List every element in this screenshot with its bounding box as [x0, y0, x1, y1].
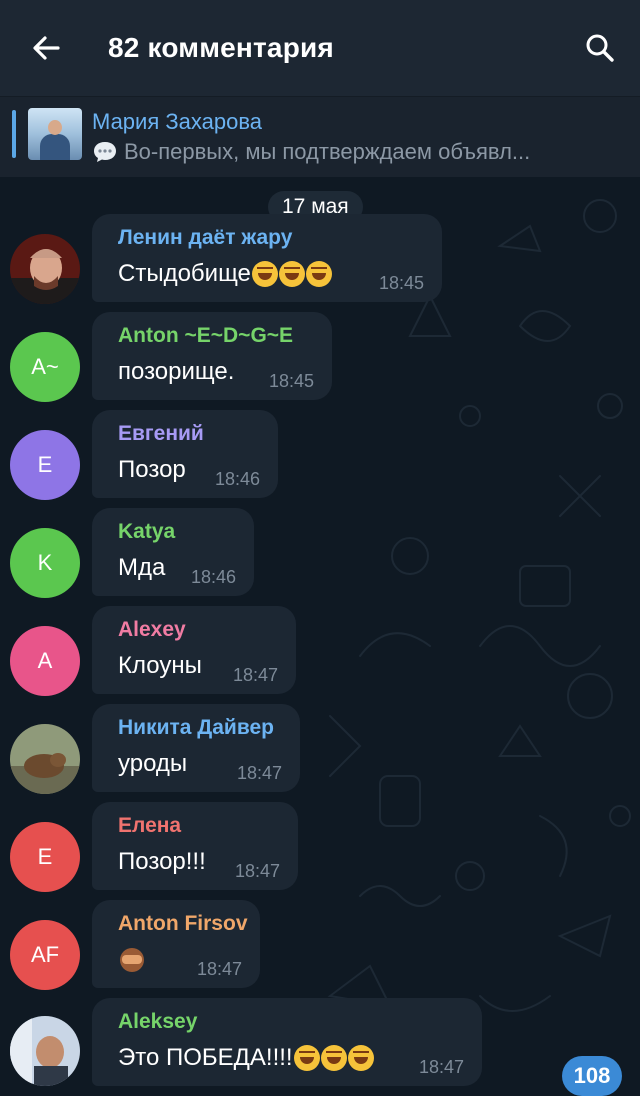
avatar-initials: E — [37, 844, 53, 869]
avatar[interactable] — [10, 1016, 80, 1086]
avatar-initials: AF — [30, 942, 60, 967]
message-bubble[interactable]: Ленин даёт жару Стыдобище 18:45 — [92, 214, 442, 302]
unread-count-badge[interactable]: 108 — [562, 1056, 622, 1096]
joy-emoji — [347, 1045, 374, 1071]
avatar-initials: A — [37, 648, 53, 673]
top-app-bar: 82 комментария — [0, 0, 640, 96]
avatar[interactable]: E — [10, 822, 80, 892]
avatar-photo — [10, 724, 80, 794]
joy-emoji — [293, 1045, 320, 1071]
search-icon — [586, 34, 614, 62]
post-preview-line: Во-первых, мы подтверждаем объявл... — [92, 139, 530, 165]
message-text-content: Мда — [118, 554, 166, 581]
avatar-photo — [10, 234, 80, 304]
message-bubble[interactable]: Anton Firsov 18:47 — [92, 900, 260, 988]
avatar[interactable] — [10, 724, 80, 794]
author-name[interactable]: Anton Firsov — [118, 912, 248, 936]
avatar[interactable]: A — [10, 626, 80, 696]
message-text: Это ПОБЕДА!!!! — [118, 1044, 374, 1072]
message-text-content: Позор!!! — [118, 848, 206, 875]
back-button[interactable] — [24, 26, 68, 70]
message-bubble[interactable]: Anton ~E~D~G~E позорище. 18:45 — [92, 312, 332, 400]
message-bubble[interactable]: Aleksey Это ПОБЕДА!!!! 18:47 — [92, 998, 482, 1086]
message-text-content: Позор — [118, 456, 186, 483]
message-text-content: уроды — [118, 750, 188, 777]
author-name[interactable]: Alexey — [118, 618, 186, 642]
quote-bar — [12, 110, 16, 158]
message-bubble[interactable]: Alexey Клоуны 18:47 — [92, 606, 296, 694]
avatar[interactable] — [10, 234, 80, 304]
comment-item[interactable]: A Alexey Клоуны 18:47 — [0, 606, 640, 696]
message-time: 18:47 — [234, 861, 280, 881]
message-text-content: Стыдобище — [118, 260, 251, 287]
avatar-initials: E — [37, 452, 53, 477]
message-text-content: позорище. — [118, 358, 235, 385]
avatar[interactable]: A~ — [10, 332, 80, 402]
message-bubble[interactable]: Евгений Позор 18:46 — [92, 410, 278, 498]
comment-item[interactable]: Никита Дайвер уроды 18:47 — [0, 704, 640, 794]
original-post-preview[interactable]: Мария Захарова Во-первых, мы подтверждае… — [0, 96, 640, 177]
author-name[interactable]: Ленин даёт жару — [118, 226, 292, 250]
message-text — [118, 946, 146, 974]
speech-bubble-icon — [94, 142, 116, 162]
comment-item[interactable]: E Евгений Позор 18:46 — [0, 410, 640, 500]
author-name[interactable]: Anton ~E~D~G~E — [118, 324, 293, 348]
message-bubble[interactable]: Елена Позор!!! 18:47 — [92, 802, 298, 890]
message-time: 18:45 — [268, 371, 314, 391]
message-text: позорище. — [118, 358, 234, 386]
comment-item[interactable]: A~ Anton ~E~D~G~E позорище. 18:45 — [0, 312, 640, 402]
comment-item[interactable]: Aleksey Это ПОБЕДА!!!! 18:47 — [0, 998, 640, 1086]
rofl-emoji — [278, 261, 305, 287]
search-button[interactable] — [578, 26, 622, 70]
message-time: 18:46 — [190, 567, 236, 587]
comment-item[interactable]: Ленин даёт жару Стыдобище 18:45 — [0, 214, 640, 304]
author-name[interactable]: Aleksey — [118, 1010, 197, 1034]
comment-item[interactable]: K Katya Мда 18:46 — [0, 508, 640, 598]
message-time: 18:47 — [196, 959, 242, 979]
see-no-evil-monkey-emoji — [118, 946, 146, 974]
avatar[interactable]: K — [10, 528, 80, 598]
author-name[interactable]: Никита Дайвер — [118, 716, 274, 740]
post-preview-text: Во-первых, мы подтверждаем объявл... — [124, 139, 531, 164]
author-name[interactable]: Евгений — [118, 422, 204, 446]
message-text: Клоуны — [118, 652, 202, 680]
message-text-content: Это ПОБЕДА!!!! — [118, 1044, 293, 1071]
message-time: 18:47 — [232, 665, 278, 685]
avatar-initials: K — [37, 550, 53, 575]
message-time: 18:47 — [418, 1057, 464, 1077]
comment-item[interactable]: E Елена Позор!!! 18:47 — [0, 802, 640, 892]
message-text: Позор!!! — [118, 848, 206, 876]
message-bubble[interactable]: Katya Мда 18:46 — [92, 508, 254, 596]
author-name[interactable]: Katya — [118, 520, 175, 544]
avatar[interactable]: E — [10, 430, 80, 500]
joy-emoji — [320, 1045, 347, 1071]
author-name[interactable]: Елена — [118, 814, 181, 838]
message-time: 18:46 — [214, 469, 260, 489]
message-text: уроды — [118, 750, 187, 778]
message-text: Стыдобище — [118, 260, 332, 288]
post-author: Мария Захарова — [92, 109, 263, 134]
avatar-photo — [10, 1016, 80, 1086]
avatar-initials: A~ — [31, 354, 59, 379]
comment-item[interactable]: AF Anton Firsov 18:47 — [0, 900, 640, 990]
message-time: 18:47 — [236, 763, 282, 783]
message-time: 18:45 — [378, 273, 424, 293]
arrow-left-icon — [33, 36, 60, 60]
rofl-emoji — [251, 261, 278, 287]
message-text-content: Клоуны — [118, 652, 202, 679]
rofl-emoji — [305, 261, 332, 287]
message-text: Позор — [118, 456, 186, 484]
message-bubble[interactable]: Никита Дайвер уроды 18:47 — [92, 704, 300, 792]
page-title: 82 комментария — [108, 32, 334, 63]
avatar[interactable]: AF — [10, 920, 80, 990]
post-thumbnail — [28, 108, 82, 160]
message-text: Мда — [118, 554, 165, 582]
